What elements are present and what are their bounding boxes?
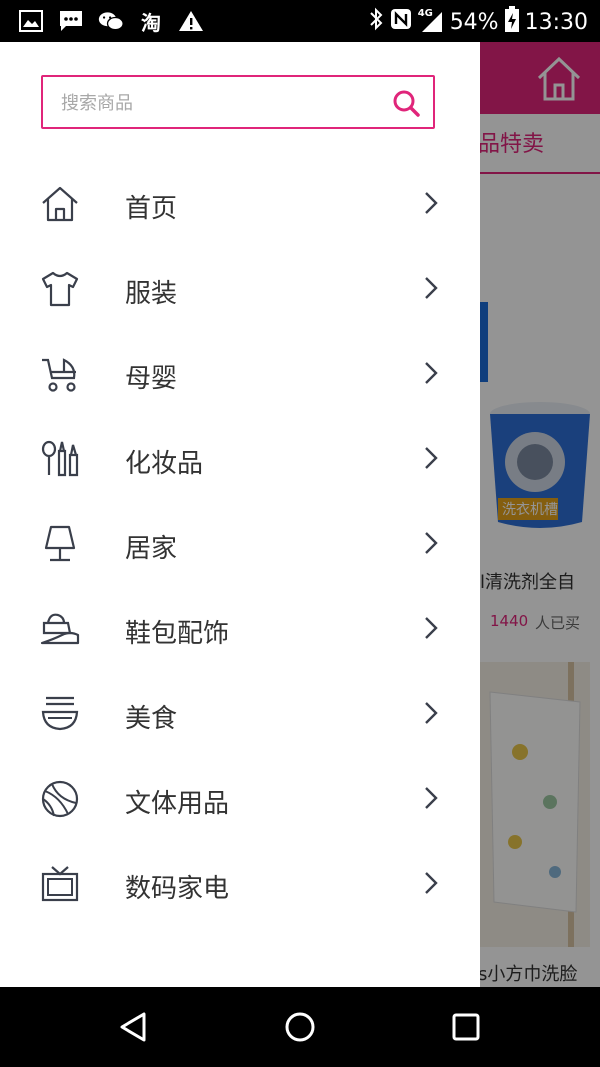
- chevron-right-icon: [420, 443, 442, 473]
- system-status: 4G 54% 13:30: [368, 6, 588, 38]
- image-icon: [18, 8, 44, 34]
- warning-icon: [178, 8, 204, 34]
- message-icon: [58, 8, 84, 34]
- chevron-right-icon: [420, 528, 442, 558]
- menu-item-label: 首页: [125, 194, 178, 224]
- menu-item-label: 服装: [125, 279, 178, 309]
- ball-icon: [40, 779, 80, 819]
- cosmetics-icon: [40, 439, 80, 479]
- tv-icon: [40, 864, 80, 904]
- signal-icon: 4G: [418, 8, 444, 34]
- menu-item-label: 数码家电: [125, 874, 230, 904]
- search-icon[interactable]: [391, 88, 421, 118]
- battery-percent: 54%: [449, 9, 499, 35]
- chevron-right-icon: [420, 188, 442, 218]
- menu-item-label: 鞋包配饰: [125, 619, 230, 649]
- chevron-right-icon: [420, 613, 442, 643]
- menu-item-sports-stationery[interactable]: 文体用品: [0, 757, 480, 842]
- system-nav-bar: [0, 987, 600, 1067]
- menu-item-clothing[interactable]: 服装: [0, 247, 480, 332]
- battery-charging-icon: [504, 6, 519, 38]
- search-input[interactable]: [59, 87, 383, 119]
- chevron-right-icon: [420, 868, 442, 898]
- shoe-bag-icon: [40, 609, 80, 649]
- noodle-bowl-icon: [40, 694, 80, 734]
- back-icon[interactable]: [116, 1009, 152, 1045]
- menu-item-label: 化妆品: [125, 449, 204, 479]
- menu-item-shoes-bags[interactable]: 鞋包配饰: [0, 587, 480, 672]
- recents-icon[interactable]: [448, 1009, 484, 1045]
- chevron-right-icon: [420, 698, 442, 728]
- chevron-right-icon: [420, 273, 442, 303]
- chevron-right-icon: [420, 783, 442, 813]
- menu-item-digital-appliances[interactable]: 数码家电: [0, 842, 480, 927]
- category-menu: 首页 服装 母婴 化妆品 居家 鞋包配饰 美食 文体用品 数码家电: [0, 162, 480, 927]
- chevron-right-icon: [420, 358, 442, 388]
- menu-item-label: 居家: [125, 534, 178, 564]
- tshirt-icon: [40, 269, 80, 309]
- home-icon: [40, 184, 80, 224]
- lamp-icon: [40, 524, 80, 564]
- menu-item-label: 文体用品: [125, 789, 230, 819]
- home-button-icon[interactable]: [282, 1009, 318, 1045]
- menu-item-label: 美食: [125, 704, 178, 734]
- notification-icons: 淘: [18, 8, 204, 35]
- clock: 13:30: [524, 9, 588, 35]
- menu-item-mother-baby[interactable]: 母婴: [0, 332, 480, 417]
- stroller-icon: [40, 354, 80, 394]
- nfc-icon: [390, 8, 412, 36]
- menu-item-home[interactable]: 首页: [0, 162, 480, 247]
- menu-item-cosmetics[interactable]: 化妆品: [0, 417, 480, 502]
- bluetooth-icon: [368, 7, 384, 37]
- menu-item-food[interactable]: 美食: [0, 672, 480, 757]
- menu-item-label: 母婴: [125, 364, 178, 394]
- taobao-icon: 淘: [141, 10, 161, 35]
- wechat-icon: [98, 8, 124, 34]
- search-box: [41, 75, 435, 129]
- menu-item-home-living[interactable]: 居家: [0, 502, 480, 587]
- navigation-drawer: 首页 服装 母婴 化妆品: [0, 42, 480, 987]
- status-bar: 淘 4G 54% 13:30: [0, 0, 600, 42]
